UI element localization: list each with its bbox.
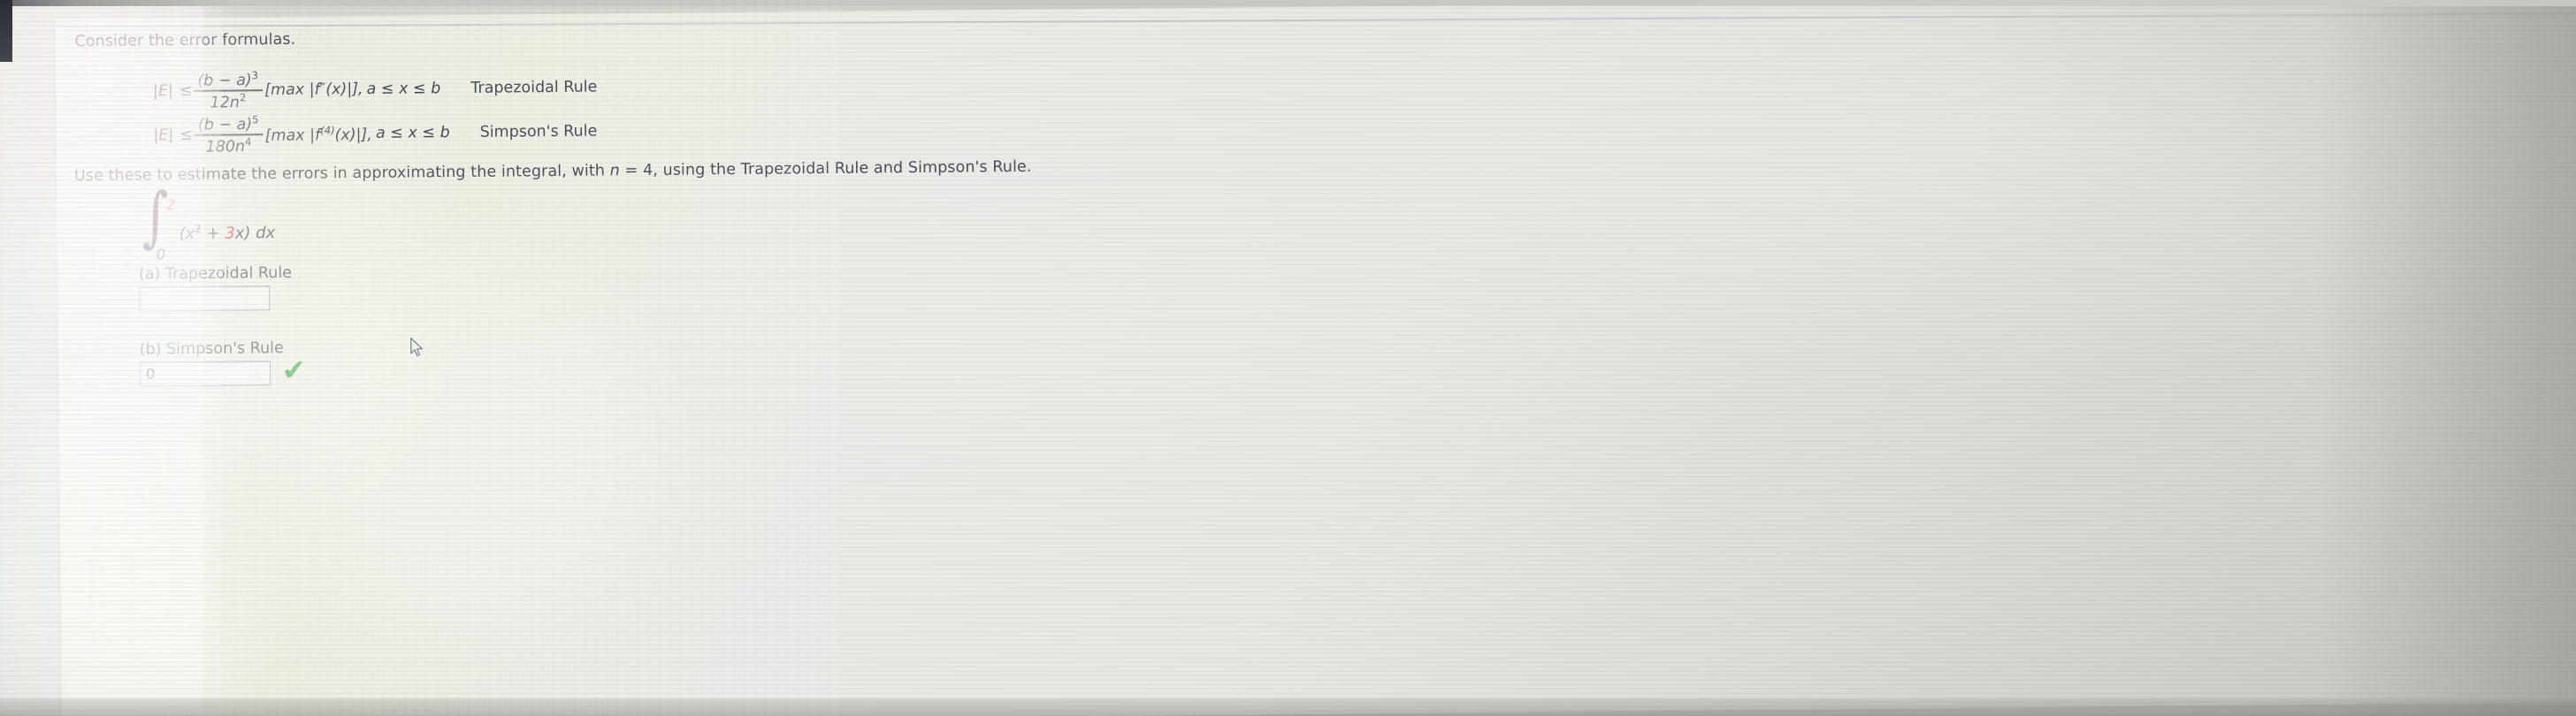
bottom-shadow-strip xyxy=(0,698,2576,716)
monitor-bezel-left xyxy=(0,0,12,62)
vertical-scanline-artifact xyxy=(168,0,840,716)
monitor-bezel-top xyxy=(0,0,2576,6)
screen-photograph: Consider the error formulas. |E| ≤ (b − … xyxy=(0,0,2576,716)
